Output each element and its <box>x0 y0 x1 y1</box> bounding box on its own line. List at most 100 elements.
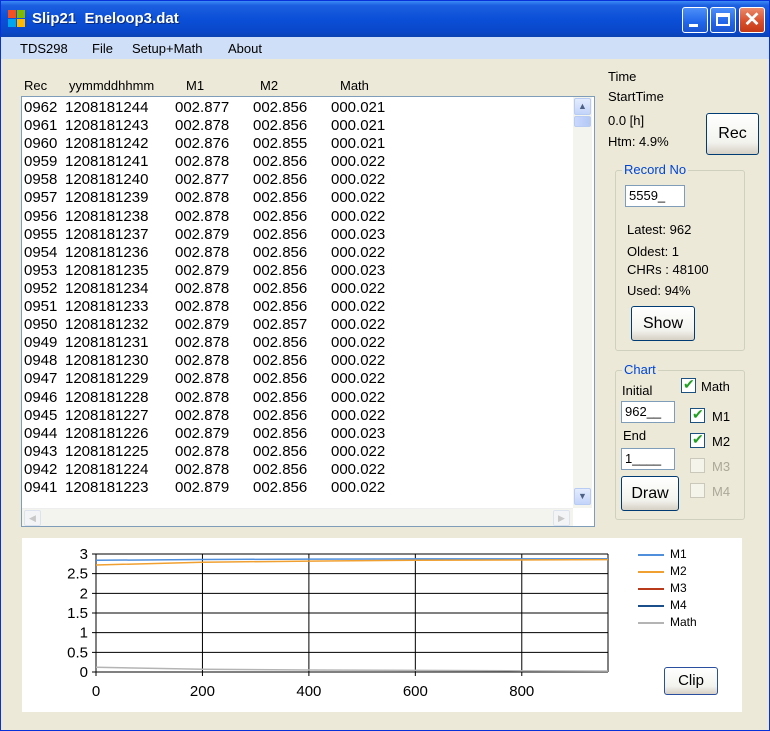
cell-rec: 0947 <box>24 370 58 388</box>
legend-swatch <box>638 622 664 624</box>
list-item[interactable]: 0943 1208181225 002.878 002.856 000.022 <box>24 443 584 461</box>
show-button[interactable]: Show <box>631 306 695 341</box>
cell-date: 1208181230 <box>65 352 149 370</box>
draw-button[interactable]: Draw <box>621 476 679 511</box>
list-item[interactable]: 0957 1208181239 002.878 002.856 000.022 <box>24 189 584 207</box>
header-m2: M2 <box>260 78 279 93</box>
list-item[interactable]: 0955 1208181237 002.879 002.856 000.023 <box>24 226 584 244</box>
cell-rec: 0950 <box>24 316 58 334</box>
cell-date: 1208181239 <box>65 189 149 207</box>
minimize-button[interactable] <box>682 7 708 33</box>
list-item[interactable]: 0945 1208181227 002.878 002.856 000.022 <box>24 407 584 425</box>
x-tick-label: 400 <box>296 683 321 700</box>
list-item[interactable]: 0952 1208181234 002.878 002.856 000.022 <box>24 280 584 298</box>
series-line-math <box>95 666 609 672</box>
list-item[interactable]: 0956 1208181238 002.878 002.856 000.022 <box>24 208 584 226</box>
cell-m2: 002.856 <box>253 189 308 207</box>
record-no-input[interactable]: 5559_ <box>625 185 685 207</box>
list-item[interactable]: 0953 1208181235 002.879 002.856 000.023 <box>24 262 584 280</box>
m2-checkbox[interactable] <box>690 431 705 448</box>
x-tick-label: 800 <box>509 683 534 700</box>
scroll-right-icon[interactable]: ▶ <box>553 510 570 526</box>
list-item[interactable]: 0951 1208181233 002.878 002.856 000.022 <box>24 298 584 316</box>
list-item[interactable]: 0958 1208181240 002.877 002.856 000.022 <box>24 171 584 189</box>
m3-checkbox-label: M3 <box>712 459 731 474</box>
scroll-left-icon[interactable]: ◀ <box>24 510 41 526</box>
header-rec: Rec <box>24 78 48 93</box>
cell-m2: 002.857 <box>253 316 308 334</box>
list-item[interactable]: 0961 1208181243 002.878 002.856 000.021 <box>24 117 584 135</box>
initial-input[interactable]: 962__ <box>621 401 675 423</box>
oldest-record: Oldest: 1 <box>627 244 680 259</box>
cell-rec: 0944 <box>24 424 58 442</box>
cell-rec: 0949 <box>24 334 58 352</box>
record-list-rows: 0962 1208181244 002.877 002.856 000.021 0961 1… <box>24 99 584 497</box>
cell-date: 1208181227 <box>65 406 149 424</box>
horizontal-scrollbar[interactable]: ◀ ▶ <box>22 508 573 526</box>
maximize-button[interactable] <box>710 7 736 33</box>
scroll-down-icon[interactable]: ▼ <box>574 488 591 505</box>
y-tick-label: 3 <box>80 546 88 563</box>
legend-label: M1 <box>670 547 687 561</box>
legend-swatch <box>638 588 664 590</box>
cell-rec: 0948 <box>24 352 58 370</box>
list-item[interactable]: 0942 1208181224 002.878 002.856 000.022 <box>24 461 584 479</box>
cell-m1: 002.878 <box>175 243 230 261</box>
scroll-up-icon[interactable]: ▲ <box>574 98 591 115</box>
record-list[interactable]: 0962 1208181244 002.877 002.856 000.021 0961 1… <box>21 96 595 527</box>
end-input[interactable]: 1____ <box>621 448 675 470</box>
clip-button[interactable]: Clip <box>664 667 718 695</box>
list-item[interactable]: 0962 1208181244 002.877 002.856 000.021 <box>24 99 584 117</box>
list-item[interactable]: 0954 1208181236 002.878 002.856 000.022 <box>24 244 584 262</box>
cell-math: 000.022 <box>331 207 386 225</box>
cell-math: 000.022 <box>331 442 386 460</box>
list-item[interactable]: 0949 1208181231 002.878 002.856 000.022 <box>24 334 584 352</box>
cell-m1: 002.879 <box>175 261 230 279</box>
list-item[interactable]: 0959 1208181241 002.878 002.856 000.022 <box>24 153 584 171</box>
m3-checkbox[interactable] <box>690 458 705 473</box>
menu-file[interactable]: File <box>92 41 113 56</box>
header-m1: M1 <box>186 78 205 93</box>
x-tick-label: 600 <box>403 683 428 700</box>
vertical-scrollbar[interactable]: ▲ ▼ <box>573 97 592 508</box>
cell-rec: 0959 <box>24 153 58 171</box>
cell-rec: 0952 <box>24 279 58 297</box>
cell-date: 1208181242 <box>65 135 149 153</box>
list-item[interactable]: 0944 1208181226 002.879 002.856 000.023 <box>24 425 584 443</box>
scroll-thumb[interactable] <box>574 116 591 127</box>
cell-m1: 002.878 <box>175 442 230 460</box>
cell-rec: 0960 <box>24 135 58 153</box>
list-item[interactable]: 0948 1208181230 002.878 002.856 000.022 <box>24 352 584 370</box>
cell-math: 000.022 <box>331 243 386 261</box>
close-button[interactable]: ✕ <box>739 7 765 33</box>
maximize-icon <box>716 13 730 26</box>
menu-setup-math[interactable]: Setup+Math <box>132 41 202 56</box>
list-item[interactable]: 0947 1208181229 002.878 002.856 000.022 <box>24 370 584 388</box>
m1-checkbox[interactable] <box>690 406 705 423</box>
cell-date: 1208181233 <box>65 298 149 316</box>
cell-date: 1208181231 <box>65 334 149 352</box>
y-tick-label: 2 <box>80 585 88 602</box>
math-checkbox[interactable] <box>681 376 696 393</box>
menu-bar: TDS298 File Setup+Math About <box>1 37 769 59</box>
title-bar[interactable]: Slip21 Eneloop3.dat ✕ <box>1 1 769 37</box>
cell-math: 000.022 <box>331 153 386 171</box>
list-item[interactable]: 0960 1208181242 002.876 002.855 000.021 <box>24 135 584 153</box>
cell-rec: 0955 <box>24 225 58 243</box>
list-item[interactable]: 0950 1208181232 002.879 002.857 000.022 <box>24 316 584 334</box>
cell-m2: 002.856 <box>253 153 308 171</box>
cell-rec: 0961 <box>24 117 58 135</box>
menu-tds298[interactable]: TDS298 <box>20 41 68 56</box>
cell-math: 000.022 <box>331 334 386 352</box>
cell-m2: 002.856 <box>253 225 308 243</box>
list-item[interactable]: 0946 1208181228 002.878 002.856 000.022 <box>24 389 584 407</box>
cell-m1: 002.878 <box>175 279 230 297</box>
cell-rec: 0942 <box>24 460 58 478</box>
legend-label: M3 <box>670 581 687 595</box>
cell-math: 000.022 <box>331 171 386 189</box>
rec-button[interactable]: Rec <box>706 113 759 155</box>
list-item[interactable]: 0941 1208181223 002.879 002.856 000.022 <box>24 479 584 497</box>
menu-about[interactable]: About <box>228 41 262 56</box>
m4-checkbox[interactable] <box>690 483 705 498</box>
legend-swatch <box>638 571 664 573</box>
